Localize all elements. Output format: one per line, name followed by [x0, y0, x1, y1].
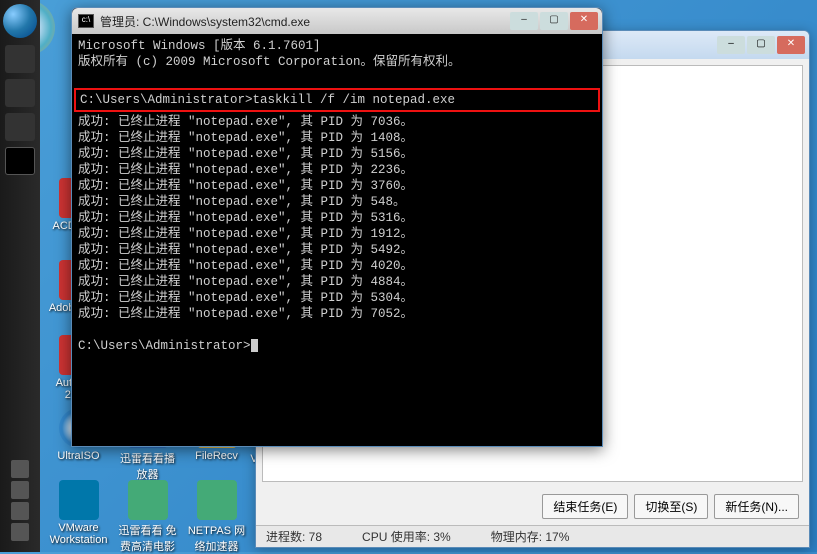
cmd-line: 成功: 已终止进程 "notepad.exe", 其 PID 为 5156。 — [78, 147, 413, 161]
cmd-line: 成功: 已终止进程 "notepad.exe", 其 PID 为 5304。 — [78, 291, 413, 305]
cmd-line: 成功: 已终止进程 "notepad.exe", 其 PID 为 3760。 — [78, 179, 413, 193]
cmd-body[interactable]: Microsoft Windows [版本 6.1.7601] 版权所有 (c)… — [72, 34, 602, 446]
icon-label: 迅雷看看播放器 — [120, 453, 175, 481]
cmd-header2: 版权所有 (c) 2009 Microsoft Corporation。保留所有… — [78, 55, 461, 69]
desktop-icon-movie[interactable]: 迅雷看看 免费高清电影 — [115, 480, 180, 554]
tray-icon[interactable] — [11, 460, 29, 478]
maximize-button[interactable]: ▢ — [540, 12, 568, 30]
taskbar-item[interactable] — [5, 113, 35, 141]
taskbar — [0, 0, 40, 552]
status-cpu: CPU 使用率: 3% — [362, 528, 451, 545]
taskbar-item[interactable] — [5, 79, 35, 107]
icon-label: NETPAS 网络加速器 — [188, 525, 245, 553]
taskbar-item[interactable] — [5, 45, 35, 73]
close-button[interactable]: ✕ — [570, 12, 598, 30]
cmd-line: 成功: 已终止进程 "notepad.exe", 其 PID 为 4020。 — [78, 259, 413, 273]
minimize-button[interactable]: – — [717, 36, 745, 54]
cmd-window: c:\ 管理员: C:\Windows\system32\cmd.exe – ▢… — [71, 7, 603, 447]
taskbar-item-cmd[interactable] — [5, 147, 35, 175]
cmd-line: 成功: 已终止进程 "notepad.exe", 其 PID 为 5492。 — [78, 243, 413, 257]
status-processes: 进程数: 78 — [266, 528, 322, 545]
cmd-icon: c:\ — [78, 14, 94, 28]
icon-label: 迅雷看看 免费高清电影 — [118, 525, 176, 553]
cmd-header1: Microsoft Windows [版本 6.1.7601] — [78, 39, 321, 53]
cmd-line: 成功: 已终止进程 "notepad.exe", 其 PID 为 5316。 — [78, 211, 413, 225]
tray-icon[interactable] — [11, 523, 29, 541]
minimize-button[interactable]: – — [510, 12, 538, 30]
cmd-prompt-highlighted: C:\Users\Administrator>taskkill /f /im n… — [74, 88, 600, 112]
cmd-line: 成功: 已终止进程 "notepad.exe", 其 PID 为 1408。 — [78, 131, 413, 145]
cmd-cursor — [251, 339, 258, 352]
icon-label: VMware Workstation — [50, 522, 108, 546]
cmd-line: 成功: 已终止进程 "notepad.exe", 其 PID 为 1912。 — [78, 227, 413, 241]
task-manager-statusbar: 进程数: 78 CPU 使用率: 3% 物理内存: 17% — [256, 525, 809, 547]
icon-label: FileRecv — [195, 450, 238, 462]
tray-icon[interactable] — [11, 502, 29, 520]
start-orb[interactable] — [3, 4, 37, 38]
desktop-icon-vmware[interactable]: VMware Workstation — [46, 480, 111, 546]
task-manager-buttons: 结束任务(E) 切换至(S) 新任务(N)... — [256, 488, 809, 525]
close-button[interactable]: ✕ — [777, 36, 805, 54]
switch-to-button[interactable]: 切换至(S) — [634, 494, 708, 519]
tray-icon[interactable] — [11, 481, 29, 499]
end-task-button[interactable]: 结束任务(E) — [542, 494, 628, 519]
cmd-prompt: C:\Users\Administrator> — [78, 339, 251, 353]
cmd-titlebar[interactable]: c:\ 管理员: C:\Windows\system32\cmd.exe – ▢… — [72, 8, 602, 34]
cmd-line: 成功: 已终止进程 "notepad.exe", 其 PID 为 7052。 — [78, 307, 413, 321]
system-tray — [0, 457, 40, 552]
cmd-line: 成功: 已终止进程 "notepad.exe", 其 PID 为 4884。 — [78, 275, 413, 289]
cmd-line: 成功: 已终止进程 "notepad.exe", 其 PID 为 2236。 — [78, 163, 413, 177]
maximize-button[interactable]: ▢ — [747, 36, 775, 54]
status-memory: 物理内存: 17% — [491, 528, 570, 545]
cmd-title-text: 管理员: C:\Windows\system32\cmd.exe — [100, 13, 310, 30]
icon-label: UltraISO — [57, 450, 99, 462]
cmd-line: 成功: 已终止进程 "notepad.exe", 其 PID 为 548。 — [78, 195, 406, 209]
cmd-line: 成功: 已终止进程 "notepad.exe", 其 PID 为 7036。 — [78, 115, 413, 129]
new-task-button[interactable]: 新任务(N)... — [714, 494, 799, 519]
desktop-icon-netpas[interactable]: NETPAS 网络加速器 — [184, 480, 249, 554]
